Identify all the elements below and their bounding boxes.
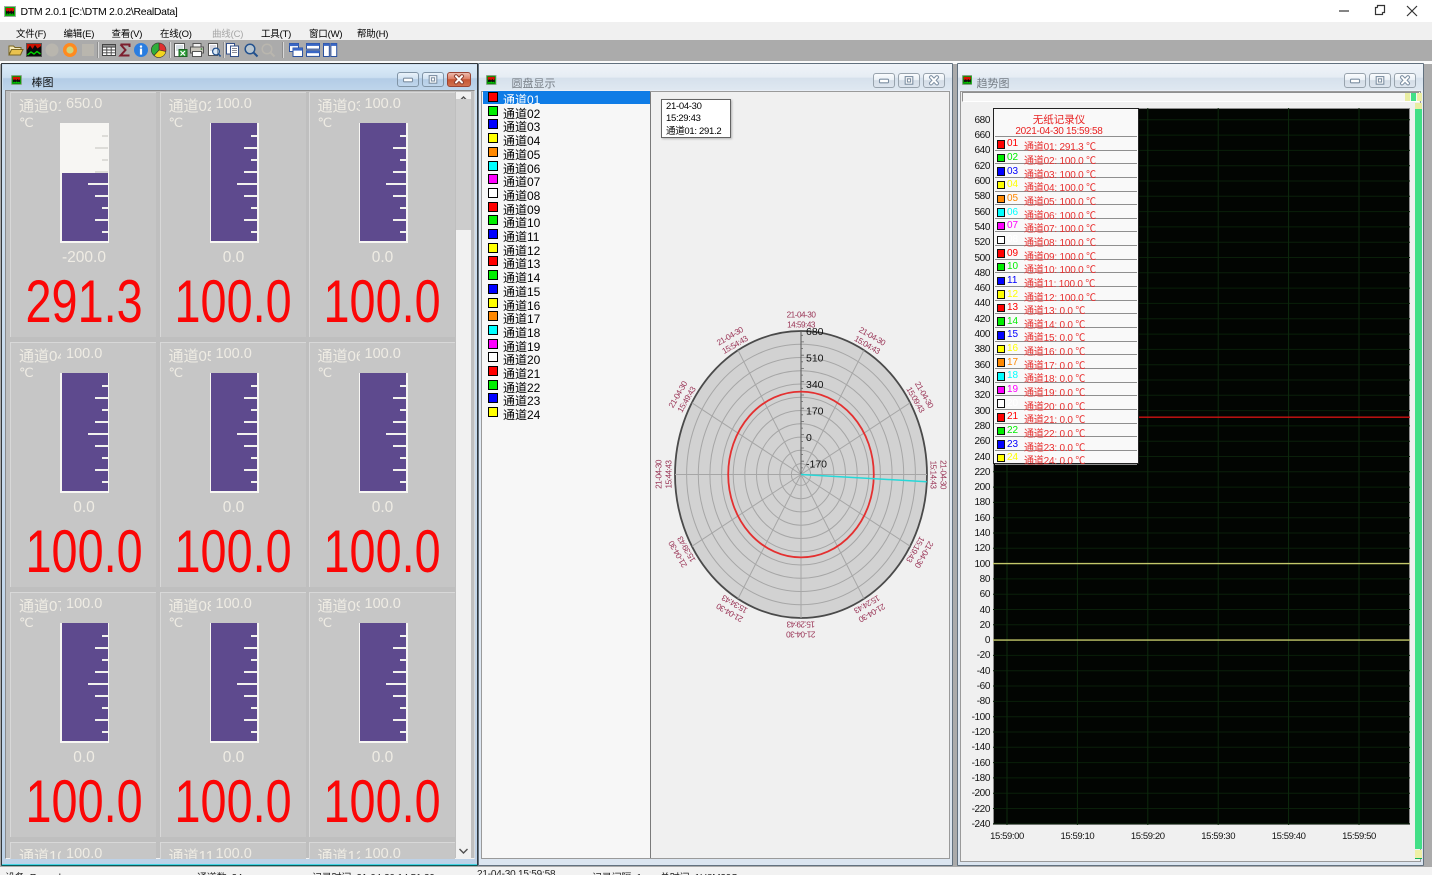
svg-text:170: 170 (806, 406, 824, 418)
svg-text:21-04-30: 21-04-30 (786, 630, 816, 639)
svg-text:15:29:43: 15:29:43 (786, 620, 815, 629)
svg-text:21-04-30: 21-04-30 (655, 459, 664, 489)
svg-text:-170: -170 (806, 459, 827, 471)
svg-text:15:44:43: 15:44:43 (665, 460, 674, 489)
svg-text:14:59:43: 14:59:43 (787, 321, 816, 330)
svg-text:340: 340 (806, 379, 824, 391)
svg-text:510: 510 (806, 353, 824, 365)
svg-text:15:14:43: 15:14:43 (929, 461, 938, 490)
svg-text:0: 0 (806, 432, 812, 444)
svg-text:21-04-30: 21-04-30 (939, 460, 948, 490)
svg-text:21-04-30: 21-04-30 (787, 311, 817, 320)
